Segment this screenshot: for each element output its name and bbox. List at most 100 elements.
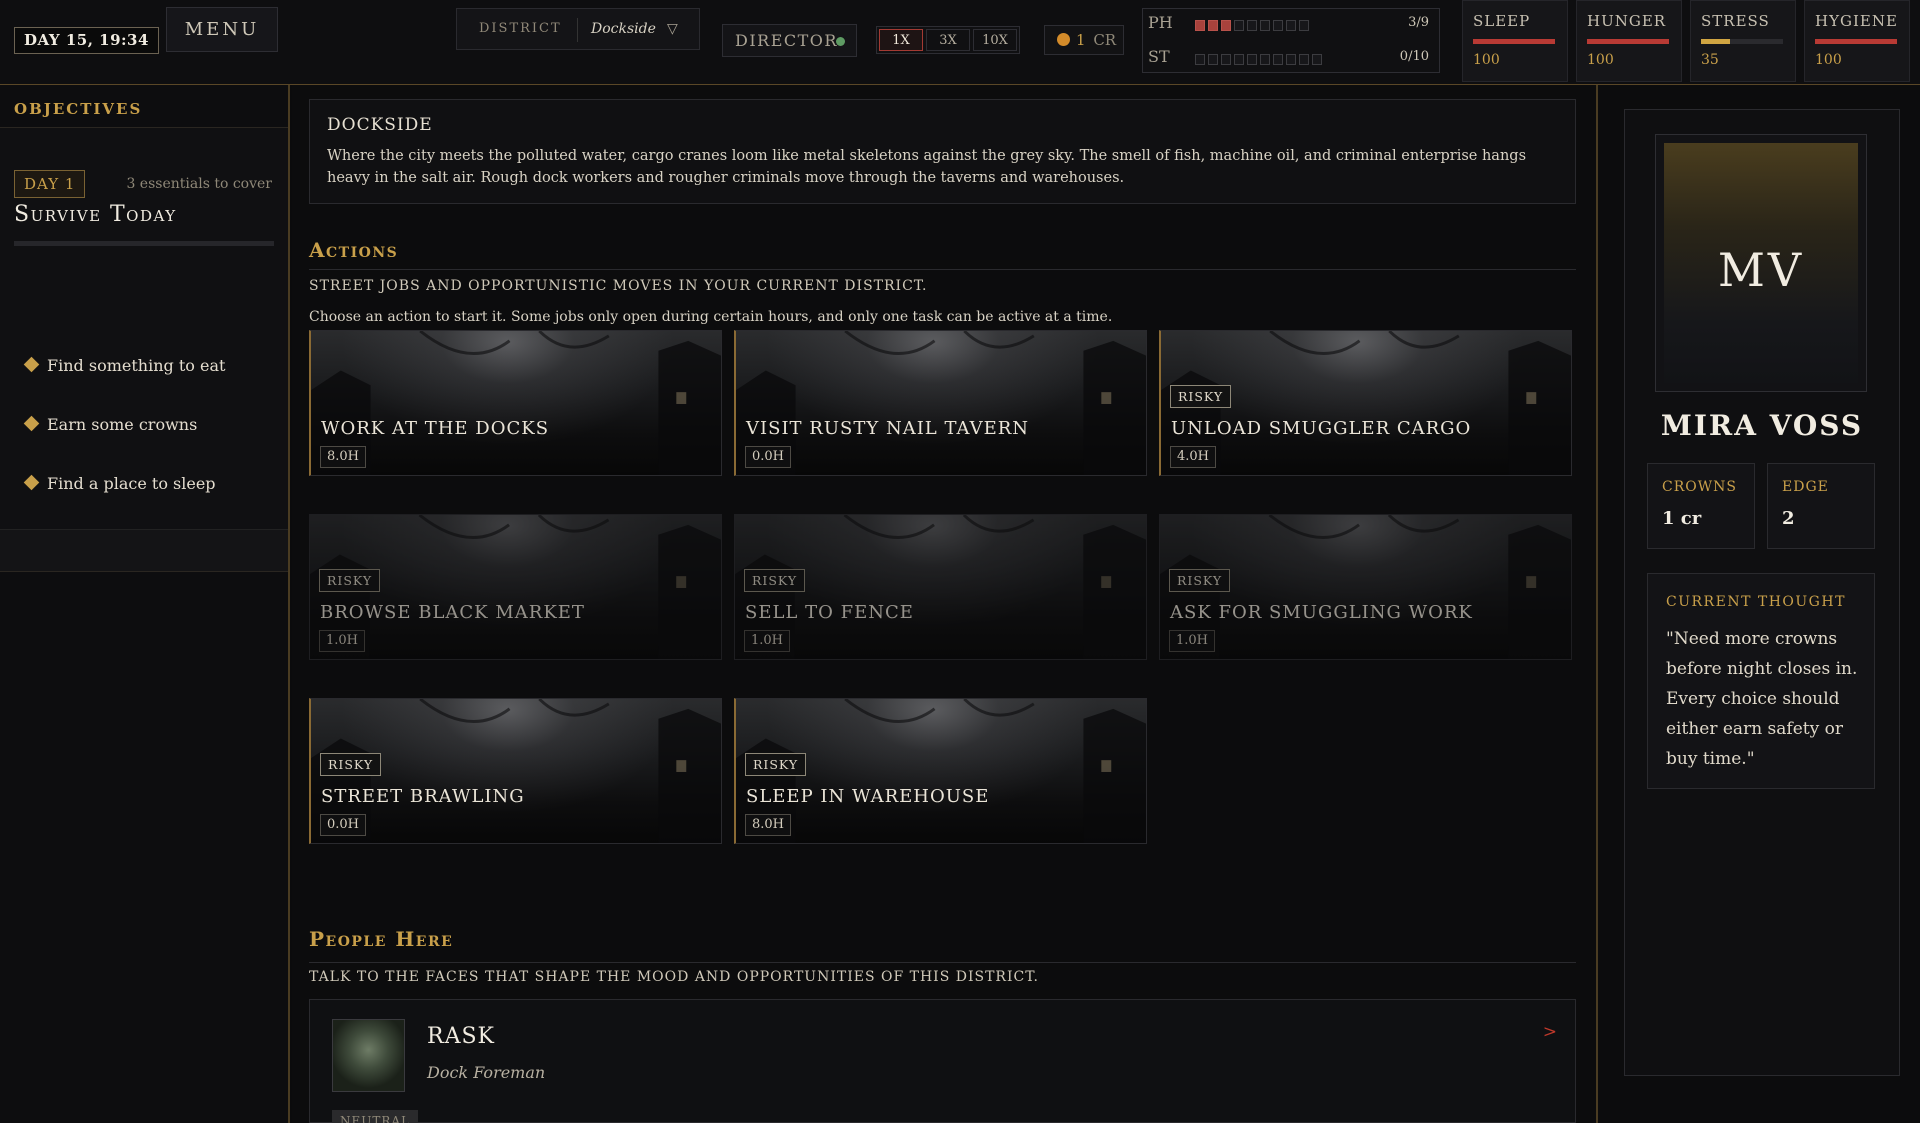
action-title: SELL TO FENCE [745, 602, 914, 623]
speed-3x-button[interactable]: 3X [926, 29, 970, 51]
main-content: DOCKSIDE Where the city meets the pollut… [292, 85, 1596, 1123]
meter-cell [1195, 54, 1205, 65]
meter-cell [1221, 54, 1231, 65]
person-name: RASK [427, 1024, 495, 1049]
need-fill [1815, 39, 1897, 44]
person-card-rask[interactable]: RASK Dock Foreman > NEUTRAL [309, 999, 1576, 1123]
need-bar [1815, 39, 1897, 44]
action-title: BROWSE BLACK MARKET [320, 602, 585, 623]
meter-cell [1299, 20, 1309, 31]
chevron-right-icon: > [1542, 1022, 1557, 1042]
district-selector[interactable]: DISTRICT Dockside ▽ [456, 8, 700, 50]
meter-cell [1260, 54, 1270, 65]
director-status-icon [836, 37, 845, 46]
action-card-sell-fence[interactable]: RISKY SELL TO FENCE 1.0H [734, 514, 1147, 660]
speed-10x-button[interactable]: 10X [973, 29, 1017, 51]
ph-value: 3/9 [1408, 15, 1429, 30]
actions-subtitle: STREET JOBS AND OPPORTUNISTIC MOVES IN Y… [309, 278, 928, 294]
action-hours: 8.0H [745, 814, 792, 836]
street-scene-image [736, 331, 1146, 475]
day-badge: DAY 1 [14, 170, 86, 198]
need-fill [1473, 39, 1555, 44]
action-card-unload-cargo[interactable]: RISKY UNLOAD SMUGGLER CARGO 4.0H [1159, 330, 1572, 476]
action-card-black-market[interactable]: RISKY BROWSE BLACK MARKET 1.0H [309, 514, 722, 660]
ph-st-meters: PH 3/9 ST 0/10 [1142, 8, 1440, 73]
coin-bag-icon [1057, 33, 1070, 46]
action-card-street-brawling[interactable]: RISKY STREET BRAWLING 0.0H [309, 698, 722, 844]
ph-cells [1195, 20, 1309, 31]
person-portrait [332, 1019, 405, 1092]
character-name: MIRA VOSS [1660, 409, 1864, 442]
ph-meter: PH 3/9 [1143, 13, 1439, 39]
speed-1x-button[interactable]: 1X [879, 29, 923, 51]
objective-label: Find a place to sleep [47, 474, 216, 493]
need-bar [1701, 39, 1783, 44]
st-label: ST [1148, 47, 1170, 66]
district-text: Where the city meets the polluted water,… [327, 148, 1527, 186]
objectives-panel: DAY 1 3 essentials to cover Survive Toda… [0, 128, 288, 572]
action-title: STREET BRAWLING [321, 786, 525, 807]
person-role: Dock Foreman [427, 1063, 546, 1082]
need-hunger: HUNGER 100 [1576, 0, 1682, 82]
people-rule [309, 962, 1576, 963]
action-title: UNLOAD SMUGGLER CARGO [1171, 418, 1472, 439]
action-card-work-docks[interactable]: WORK AT THE DOCKS 8.0H [309, 330, 722, 476]
top-bar: DAY 15, 19:34 MENU DISTRICT Dockside ▽ D… [0, 0, 1920, 85]
meter-cell [1312, 54, 1322, 65]
risky-badge: RISKY [319, 569, 381, 592]
meter-cell [1234, 54, 1244, 65]
goal-title: Survive Today [14, 202, 177, 227]
need-label: STRESS [1701, 12, 1770, 30]
objectives-heading: OBJECTIVES [0, 85, 288, 128]
need-label: HYGIENE [1815, 12, 1898, 30]
objective-item-sleep[interactable]: Find a place to sleep [23, 474, 216, 493]
meter-cell [1247, 54, 1257, 65]
action-title: WORK AT THE DOCKS [321, 418, 550, 439]
action-title: ASK FOR SMUGGLING WORK [1170, 602, 1473, 623]
district-divider [577, 18, 578, 42]
character-initials: MV [1717, 243, 1805, 297]
objectives-footer [0, 529, 288, 572]
need-label: SLEEP [1473, 12, 1531, 30]
action-card-visit-tavern[interactable]: VISIT RUSTY NAIL TAVERN 0.0H [734, 330, 1147, 476]
need-bar [1473, 39, 1555, 44]
director-button[interactable]: DIRECTOR [722, 24, 857, 57]
risky-badge: RISKY [320, 753, 382, 776]
edge-value: 2 [1782, 508, 1795, 529]
meter-cell [1260, 20, 1270, 31]
st-cells [1195, 54, 1322, 65]
character-column: MV MIRA VOSS CROWNS 1 cr EDGE 2 CURRENT … [1596, 85, 1920, 1123]
meter-cell [1273, 54, 1283, 65]
st-value: 0/10 [1399, 49, 1429, 64]
street-scene-image [311, 331, 721, 475]
menu-button[interactable]: MENU [166, 7, 278, 52]
chevron-down-icon: ▽ [667, 21, 678, 37]
objective-item-eat[interactable]: Find something to eat [23, 356, 225, 375]
action-hours: 1.0H [744, 630, 791, 652]
meter-cell [1208, 20, 1218, 31]
risky-badge: RISKY [745, 753, 807, 776]
coin-unit: CR [1093, 31, 1117, 49]
edge-label: EDGE [1782, 479, 1829, 495]
need-label: HUNGER [1587, 12, 1667, 30]
disposition-badge: NEUTRAL [332, 1110, 419, 1123]
objectives-sidebar: OBJECTIVES DAY 1 3 essentials to cover S… [0, 85, 290, 1123]
risky-badge: RISKY [1169, 569, 1231, 592]
action-hours: 8.0H [320, 446, 367, 468]
need-value: 100 [1587, 52, 1614, 68]
diamond-icon [23, 356, 40, 373]
director-label: DIRECTOR [735, 31, 838, 50]
essentials-count: 3 essentials to cover [126, 176, 272, 192]
thought-text: "Need more crowns before night closes in… [1666, 629, 1858, 769]
action-card-smuggling-work[interactable]: RISKY ASK FOR SMUGGLING WORK 1.0H [1159, 514, 1572, 660]
goal-progress-bar [14, 241, 274, 246]
need-stress: STRESS 35 [1690, 0, 1796, 82]
need-value: 100 [1815, 52, 1842, 68]
objective-item-crowns[interactable]: Earn some crowns [23, 415, 198, 434]
action-card-sleep-warehouse[interactable]: RISKY SLEEP IN WAREHOUSE 8.0H [734, 698, 1147, 844]
objective-label: Earn some crowns [47, 415, 198, 434]
district-value: Dockside [591, 21, 656, 37]
meter-cell [1299, 54, 1309, 65]
need-bar [1587, 39, 1669, 44]
risky-badge: RISKY [1170, 385, 1232, 408]
